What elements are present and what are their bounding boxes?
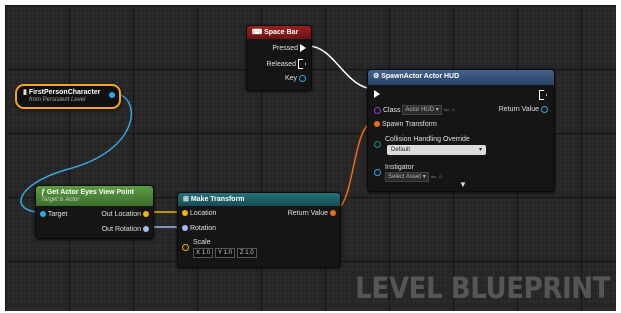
scale-z-label: Z	[239, 250, 244, 256]
instigator-pin[interactable]: Instigator Select Asset ▾ ⇐ ⌕	[374, 163, 442, 182]
rotation-pin[interactable]: Rotation	[182, 224, 216, 233]
make-transform-title: Make Transform	[190, 196, 245, 203]
scale-y-value: 1.0	[223, 250, 232, 256]
class-pin-icon	[374, 106, 381, 114]
make-transform-header: ⊞ Make Transform	[178, 193, 340, 206]
spawn-return-value-label: Return Value	[498, 106, 540, 113]
scale-x-label: X	[196, 250, 201, 256]
out-location-pin[interactable]: Out Location	[101, 210, 149, 219]
scale-y-field[interactable]: Y 1.0	[214, 248, 235, 258]
blueprint-graph-canvas[interactable]: ⌨ Space Bar Pressed Released Key ▮ First…	[5, 5, 616, 311]
return-value-label: Return Value	[287, 210, 329, 217]
scale-fields: X 1.0 Y 1.0 Z 1.0	[193, 248, 257, 258]
variable-icon: ▮	[23, 89, 27, 96]
scale-pin[interactable]: Scale X 1.0 Y 1.0 Z 1.0	[182, 238, 257, 258]
space-bar-title: Space Bar	[264, 29, 299, 36]
scale-x-field[interactable]: X 1.0	[193, 248, 214, 258]
make-transform-node[interactable]: ⊞ Make Transform Location Return Value R…	[177, 192, 341, 268]
location-pin-icon	[182, 210, 188, 217]
keyboard-icon: ⌨	[252, 29, 263, 36]
spawn-node-title: SpawnActor Actor HUD	[381, 73, 460, 80]
instigator-label: Instigator	[385, 164, 414, 171]
collision-dropdown-value: Default	[391, 147, 411, 153]
instigator-select-value: Select Asset	[388, 174, 422, 180]
class-pin[interactable]: Class Actor HUD ▾ ⇐ ⌕	[374, 105, 455, 115]
scale-z-field[interactable]: Z 1.0	[236, 248, 257, 258]
spawn-transform-pin-icon	[374, 121, 380, 128]
exec-out-icon	[300, 44, 306, 53]
target-pin-icon	[40, 211, 46, 218]
variable-title: FirstPersonCharacter	[28, 89, 101, 96]
released-pin[interactable]: Released	[266, 59, 306, 69]
scale-label: Scale	[193, 239, 211, 246]
rotation-pin-icon	[182, 225, 188, 232]
get-actor-eyes-view-point-node[interactable]: ƒ Get Actor Eyes View Point Target is Ac…	[35, 185, 154, 239]
class-select[interactable]: Actor HUD ▾	[402, 105, 442, 115]
out-rotation-label: Out Rotation	[101, 226, 142, 233]
spawn-return-value-pin[interactable]: Return Value	[499, 105, 548, 114]
instigator-select-row: Select Asset ▾ ⇐ ⌕	[385, 172, 442, 182]
scale-y-label: Y	[217, 250, 222, 256]
out-location-label: Out Location	[101, 211, 142, 218]
level-blueprint-watermark: LEVEL BLUEPRINT	[355, 271, 610, 305]
collision-pin-icon	[374, 141, 381, 148]
collision-dropdown[interactable]: Default ▾	[387, 145, 486, 155]
eyes-node-title: Get Actor Eyes View Point	[46, 189, 134, 196]
exec-out-empty-icon	[298, 59, 306, 69]
variable-output-pin[interactable]	[109, 92, 115, 98]
first-person-character-variable-node[interactable]: ▮ FirstPersonCharacter from Persistent L…	[15, 84, 121, 109]
space-bar-header: ⌨ Space Bar	[247, 26, 311, 39]
out-rotation-pin[interactable]: Out Rotation	[102, 225, 149, 234]
scale-z-value: 1.0	[245, 250, 254, 256]
class-label: Class	[382, 106, 401, 114]
instigator-pin-icon	[374, 169, 381, 176]
spawn-return-value-pin-icon	[541, 105, 548, 113]
collision-pin[interactable]: Collision Handling Override	[374, 135, 470, 148]
location-label: Location	[189, 210, 217, 217]
scale-pin-icon	[182, 244, 189, 251]
rotation-label: Rotation	[189, 225, 217, 232]
target-pin[interactable]: Target	[40, 210, 67, 219]
chevron-down-icon: ▾	[478, 147, 482, 153]
function-icon: ƒ	[41, 189, 45, 196]
scale-x-value: 1.0	[201, 250, 211, 256]
instigator-select[interactable]: Select Asset ▾	[385, 172, 429, 182]
key-pin-icon	[299, 74, 306, 82]
spawn-transform-pin[interactable]: Spawn Transform	[374, 120, 437, 129]
collision-label: Collision Handling Override	[385, 136, 470, 143]
eyes-node-header: ƒ Get Actor Eyes View Point Target is Ac…	[36, 186, 153, 206]
pressed-label: Pressed	[272, 45, 299, 52]
class-select-value: Actor HUD	[405, 107, 435, 113]
advanced-expand-icon[interactable]: ▼	[459, 180, 467, 189]
instigator-browse-icon[interactable]: ⇐ ⌕	[431, 174, 443, 181]
key-pin[interactable]: Key	[285, 74, 306, 83]
exec-wire-pressed-to-spawn[interactable]	[307, 45, 376, 90]
location-pin[interactable]: Location	[182, 209, 216, 218]
return-value-pin-icon	[330, 210, 336, 217]
spawn-actor-node[interactable]: ⚙ SpawnActor Actor HUD Class Actor HUD ▾…	[367, 69, 555, 192]
key-label: Key	[284, 75, 298, 82]
target-label: Target	[47, 211, 68, 218]
exec-in-pin[interactable]	[374, 90, 380, 98]
pressed-pin[interactable]: Pressed	[272, 44, 306, 53]
released-label: Released	[266, 60, 297, 68]
struct-icon: ⊞	[183, 196, 189, 203]
spawn-node-header: ⚙ SpawnActor Actor HUD	[368, 70, 554, 85]
browse-icon[interactable]: ⇐ ⌕	[444, 107, 456, 114]
spawn-transform-label: Spawn Transform	[381, 121, 437, 128]
out-rotation-pin-icon	[143, 226, 149, 233]
space-bar-event-node[interactable]: ⌨ Space Bar Pressed Released Key	[246, 25, 312, 91]
spawn-icon: ⚙	[373, 73, 380, 80]
out-location-pin-icon	[143, 211, 149, 218]
eyes-node-subtitle: Target is Actor	[41, 197, 80, 203]
exec-out-pin[interactable]	[539, 90, 547, 100]
return-value-pin[interactable]: Return Value	[288, 209, 336, 218]
variable-subtitle: from Persistent Level	[29, 97, 86, 103]
